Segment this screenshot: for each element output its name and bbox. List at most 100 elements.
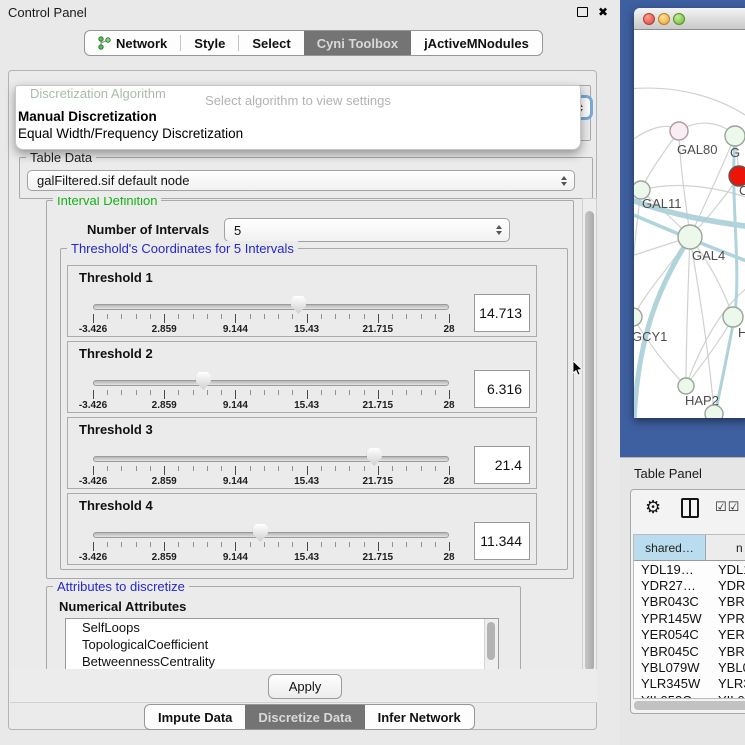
checkbox-icons[interactable]: ☑☑ bbox=[715, 499, 740, 515]
slider-track[interactable] bbox=[93, 456, 449, 462]
tick-mark bbox=[307, 390, 308, 399]
float-window-icon[interactable] bbox=[577, 7, 588, 17]
attribute-item[interactable]: TopologicalCoefficient bbox=[66, 636, 498, 653]
table-cell[interactable]: YLR345W bbox=[634, 676, 706, 691]
tick-mark bbox=[107, 542, 108, 547]
table-cell[interactable]: YBR0 bbox=[706, 594, 745, 609]
list-scrollbar-thumb[interactable] bbox=[487, 622, 495, 660]
table-cell[interactable]: YPR1 bbox=[706, 611, 745, 626]
table-cell[interactable]: YDL19… bbox=[634, 562, 706, 577]
slider-thumb[interactable] bbox=[196, 372, 211, 390]
network-node[interactable] bbox=[705, 405, 723, 418]
panel-scrollbar[interactable] bbox=[582, 198, 597, 695]
table-data-combobox[interactable]: galFiltered.sif default node bbox=[27, 170, 575, 191]
close-traffic-light-icon[interactable] bbox=[643, 13, 655, 25]
tick-mark bbox=[164, 542, 165, 551]
tick-mark bbox=[193, 466, 194, 471]
tab-discretize-data[interactable]: Discretize Data bbox=[245, 705, 364, 729]
table-row[interactable]: YBR045CYBR0 bbox=[634, 643, 745, 659]
columns-icon[interactable] bbox=[681, 498, 699, 518]
threshold-value-field[interactable]: 6.316 bbox=[474, 370, 530, 408]
table-row[interactable]: YBR043CYBR0 bbox=[634, 594, 745, 610]
table-row[interactable]: YIL052CYIL0 bbox=[634, 692, 745, 699]
network-node-gal80[interactable] bbox=[670, 122, 688, 140]
network-node-gcy1[interactable] bbox=[634, 308, 642, 326]
table-cell[interactable]: YER0 bbox=[706, 627, 745, 642]
table-row[interactable]: YDL19…YDL1 bbox=[634, 561, 745, 577]
tick-mark bbox=[264, 466, 265, 471]
threshold-value-field[interactable]: 14.713 bbox=[474, 294, 530, 332]
panel-scrollbar-thumb[interactable] bbox=[585, 211, 594, 671]
network-window-titlebar[interactable] bbox=[634, 8, 745, 30]
table-hscrollbar-thumb[interactable] bbox=[634, 701, 745, 710]
table-row[interactable]: YLR345WYLR3 bbox=[634, 676, 745, 692]
network-node-hap2[interactable] bbox=[678, 378, 694, 394]
table-row[interactable]: YDR27…YDR2 bbox=[634, 577, 745, 593]
tab-infer-network[interactable]: Infer Network bbox=[365, 705, 474, 729]
tick-mark bbox=[150, 390, 151, 395]
dropdown-option-equal-width[interactable]: Equal Width/Frequency Discretization bbox=[18, 126, 243, 141]
dropdown-option-manual[interactable]: Manual Discretization bbox=[18, 109, 157, 124]
table-toolbar: ⚙ ☑☑ bbox=[631, 496, 745, 520]
table-cell[interactable]: YBL0 bbox=[706, 660, 745, 675]
slider-thumb[interactable] bbox=[291, 296, 306, 314]
network-canvas[interactable]: GAL80GCGAL11GAL4GCY1HHAP2 bbox=[634, 30, 745, 418]
attribute-item[interactable]: SelfLoops bbox=[66, 619, 498, 636]
tab-jactivemnodules[interactable]: jActiveMNodules bbox=[411, 31, 542, 55]
slider-track[interactable] bbox=[93, 532, 449, 538]
apply-button[interactable]: Apply bbox=[268, 674, 342, 699]
threshold-slider[interactable]: -3.4262.8599.14415.4321.71528 bbox=[93, 520, 449, 564]
tick-mark bbox=[321, 314, 322, 319]
threshold-value-field[interactable]: 11.344 bbox=[474, 522, 530, 560]
slider-thumb[interactable] bbox=[367, 448, 382, 466]
tick-mark bbox=[406, 466, 407, 471]
table-cell[interactable]: YER054C bbox=[634, 627, 706, 642]
slider-track[interactable] bbox=[93, 380, 449, 386]
slider-track[interactable] bbox=[93, 304, 449, 310]
threshold-label: Threshold 1 bbox=[79, 270, 153, 285]
tab-network[interactable]: Network bbox=[85, 31, 180, 55]
network-node-gal4[interactable] bbox=[678, 225, 702, 249]
tab-impute-data[interactable]: Impute Data bbox=[145, 705, 245, 729]
table-cell[interactable]: YDR2 bbox=[706, 578, 745, 593]
tab-select[interactable]: Select bbox=[239, 31, 303, 55]
threshold-slider[interactable]: -3.4262.8599.14415.4321.71528 bbox=[93, 368, 449, 412]
network-view-window[interactable]: GAL80GCGAL11GAL4GCY1HHAP2 bbox=[634, 8, 745, 418]
table-cell[interactable]: YPR145W bbox=[634, 611, 706, 626]
column-header-shared-name[interactable]: shared… bbox=[634, 535, 706, 560]
table-cell[interactable]: YDR27… bbox=[634, 578, 706, 593]
close-icon[interactable]: ✖ bbox=[598, 6, 608, 18]
network-node-g[interactable] bbox=[725, 126, 745, 146]
tab-style[interactable]: Style bbox=[181, 31, 238, 55]
gear-icon[interactable]: ⚙ bbox=[645, 496, 661, 518]
table-cell[interactable]: YBL079W bbox=[634, 660, 706, 675]
threshold-slider[interactable]: -3.4262.8599.14415.4321.71528 bbox=[93, 292, 449, 336]
node-table: shared… n YDL19…YDL1YDR27…YDR2YBR043CYBR… bbox=[633, 534, 745, 699]
table-cell[interactable]: YLR3 bbox=[706, 676, 745, 691]
tick-mark bbox=[292, 390, 293, 395]
slider-thumb[interactable] bbox=[253, 524, 268, 542]
table-cell[interactable]: YBR045C bbox=[634, 644, 706, 659]
table-cell[interactable]: YBR043C bbox=[634, 594, 706, 609]
table-cell[interactable]: YIL052C bbox=[634, 693, 706, 699]
threshold-slider[interactable]: -3.4262.8599.14415.4321.71528 bbox=[93, 444, 449, 488]
table-hscrollbar[interactable] bbox=[634, 701, 745, 710]
table-cell[interactable]: YDL1 bbox=[706, 562, 745, 577]
tab-cyni-toolbox[interactable]: Cyni Toolbox bbox=[304, 31, 411, 55]
table-cell[interactable]: YBR0 bbox=[706, 644, 745, 659]
threshold-value-field[interactable]: 21.4 bbox=[474, 446, 530, 484]
zoom-traffic-light-icon[interactable] bbox=[673, 13, 685, 25]
network-graph[interactable]: GAL80GCGAL11GAL4GCY1HHAP2 bbox=[634, 30, 745, 418]
attribute-item[interactable]: BetweennessCentrality bbox=[66, 653, 498, 670]
table-cell[interactable]: YIL0 bbox=[706, 693, 745, 699]
list-scrollbar[interactable] bbox=[484, 619, 498, 670]
numerical-attributes-list[interactable]: SelfLoopsTopologicalCoefficientBetweenne… bbox=[65, 618, 499, 670]
number-of-intervals-combobox[interactable]: 5 bbox=[224, 218, 510, 242]
network-node-h[interactable] bbox=[723, 307, 743, 327]
tab-label: Style bbox=[194, 36, 225, 51]
minimize-traffic-light-icon[interactable] bbox=[658, 13, 670, 25]
table-row[interactable]: YBL079WYBL0 bbox=[634, 659, 745, 675]
table-row[interactable]: YPR145WYPR1 bbox=[634, 610, 745, 626]
column-header-name[interactable]: n bbox=[706, 535, 745, 560]
table-row[interactable]: YER054CYER0 bbox=[634, 627, 745, 643]
